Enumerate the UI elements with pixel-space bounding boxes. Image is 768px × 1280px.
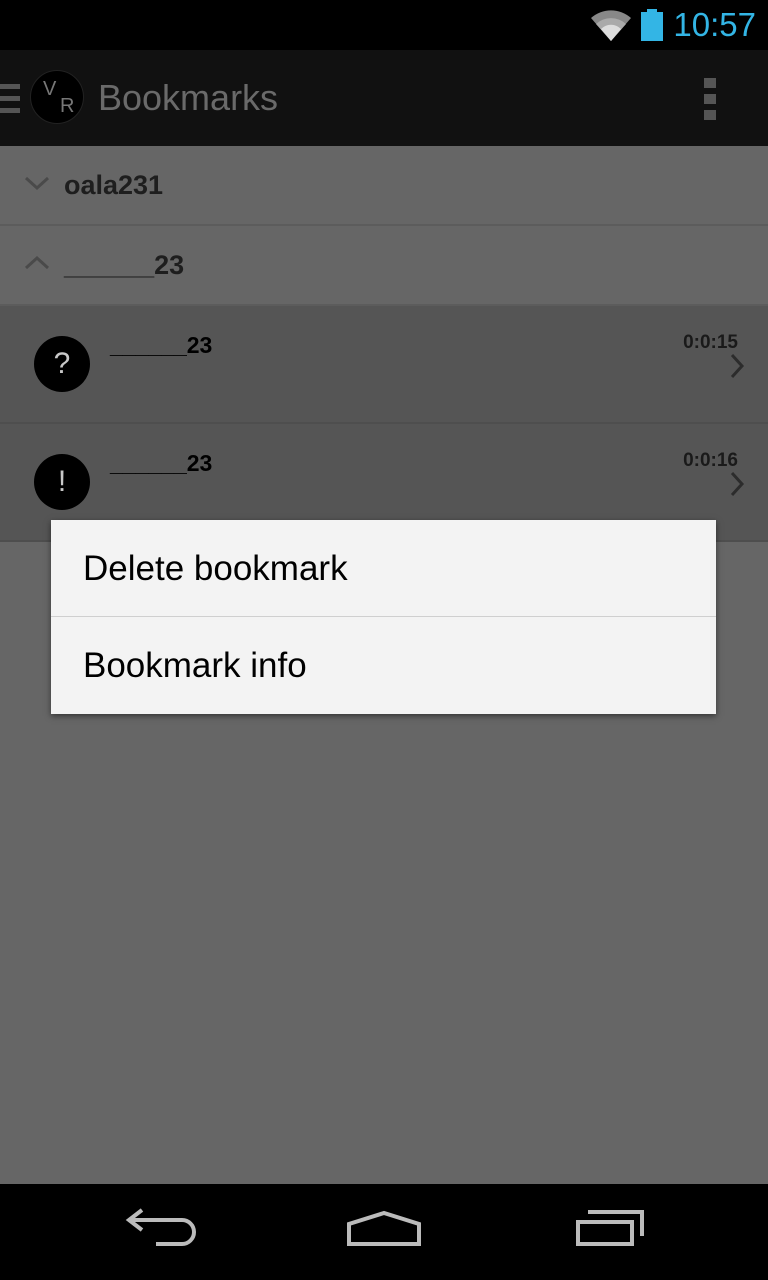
bookmark-name: ______23 [110,332,213,358]
bookmark-time: 0:0:16 [683,450,738,471]
bookmark-time: 0:0:15 [683,332,738,353]
chevron-right-icon [728,470,746,503]
navigation-bar [0,1184,768,1280]
group-label: oala231 [64,170,164,200]
home-icon[interactable] [346,1206,422,1251]
logo-letter-r: R [60,95,75,117]
chevron-up-icon [24,254,50,277]
chevron-right-icon [728,352,746,385]
context-menu: Delete bookmark Bookmark info [51,520,716,714]
bookmark-info-menu-item[interactable]: Bookmark info [51,617,716,714]
logo-letter-v: V [43,78,57,100]
bookmark-name: ______23 [110,450,213,476]
exclamation-icon: ! [34,454,90,510]
battery-icon [640,9,664,46]
back-icon[interactable] [124,1206,196,1251]
chevron-down-icon [24,174,50,197]
bookmark-row[interactable]: ? ______23 0:0:15 [0,306,768,424]
question-icon: ? [34,336,90,392]
recent-apps-icon[interactable] [574,1206,646,1251]
clock: 10:57 [673,6,756,43]
drawer-icon[interactable] [0,84,22,119]
app-logo[interactable]: V R [30,70,84,124]
group-label: ______23 [64,250,185,280]
page-title: Bookmarks [98,77,279,118]
action-bar: V R Bookmarks [0,50,768,146]
group-row-expanded[interactable]: ______23 [0,226,768,306]
delete-bookmark-menu-item[interactable]: Delete bookmark [51,520,716,617]
group-row-collapsed[interactable]: oala231 [0,146,768,226]
wifi-icon [590,8,632,47]
status-bar: 10:57 [0,0,768,50]
overflow-menu-icon[interactable] [704,78,716,126]
